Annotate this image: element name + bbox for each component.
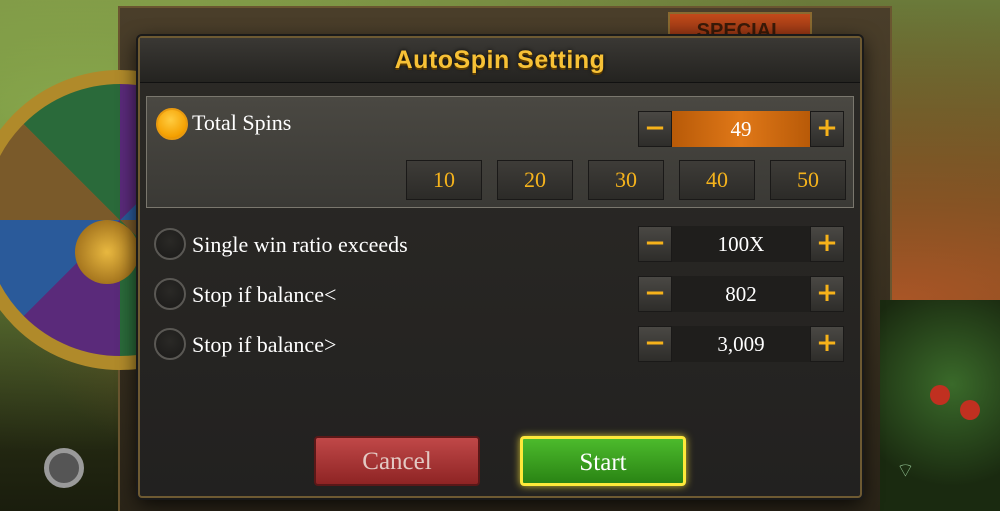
total-spins-minus-icon[interactable]: − <box>638 111 672 147</box>
flower <box>960 400 980 420</box>
preset-10-button[interactable]: 10 <box>406 160 482 200</box>
wheel-hub <box>75 220 139 284</box>
settings-gear-icon[interactable] <box>44 448 84 488</box>
single-win-label: Single win ratio exceeds <box>192 232 408 257</box>
balance-below-label: Stop if balance< <box>192 282 337 307</box>
total-spins-value[interactable]: 49 <box>672 111 810 147</box>
preset-50-button[interactable]: 50 <box>770 160 846 200</box>
balance-below-plus-icon[interactable]: + <box>810 276 844 312</box>
balance-below-minus-icon[interactable]: − <box>638 276 672 312</box>
autospin-setting-dialog: AutoSpin Setting Total Spins − 49 + 10 2… <box>138 36 862 498</box>
balance-below-stepper: − 802 + <box>638 276 844 312</box>
balance-above-radio[interactable] <box>154 328 186 360</box>
preset-20-button[interactable]: 20 <box>497 160 573 200</box>
cancel-button[interactable]: Cancel <box>314 436 480 486</box>
dialog-header: AutoSpin Setting <box>140 38 860 83</box>
balance-above-value[interactable]: 3,009 <box>672 326 810 362</box>
preset-30-button[interactable]: 30 <box>588 160 664 200</box>
total-spins-plus-icon[interactable]: + <box>810 111 844 147</box>
flower <box>930 385 950 405</box>
total-spins-label: Total Spins <box>192 110 292 135</box>
balance-above-stepper: − 3,009 + <box>638 326 844 362</box>
wifi-icon: ⌔ <box>896 458 915 482</box>
total-spins-stepper: − 49 + <box>638 111 844 147</box>
balance-below-radio[interactable] <box>154 278 186 310</box>
balance-above-minus-icon[interactable]: − <box>638 326 672 362</box>
balance-above-label: Stop if balance> <box>192 332 337 357</box>
single-win-plus-icon[interactable]: + <box>810 226 844 262</box>
preset-40-button[interactable]: 40 <box>679 160 755 200</box>
single-win-minus-icon[interactable]: − <box>638 226 672 262</box>
start-button[interactable]: Start <box>520 436 686 486</box>
balance-above-plus-icon[interactable]: + <box>810 326 844 362</box>
total-spins-radio[interactable] <box>156 108 188 140</box>
single-win-stepper: − 100X + <box>638 226 844 262</box>
dialog-title: AutoSpin Setting <box>394 46 606 74</box>
single-win-radio[interactable] <box>154 228 186 260</box>
balance-below-value[interactable]: 802 <box>672 276 810 312</box>
single-win-value[interactable]: 100X <box>672 226 810 262</box>
